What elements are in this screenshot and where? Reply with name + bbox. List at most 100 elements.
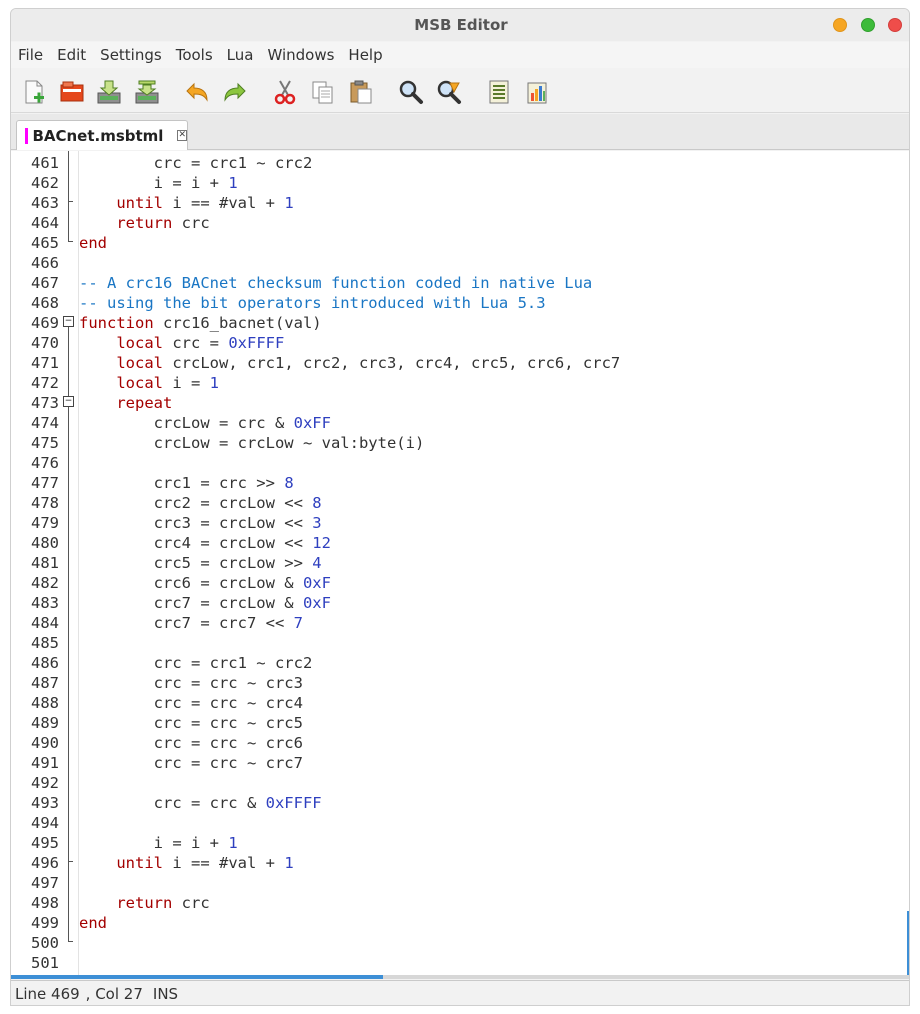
code-line[interactable]: 485 bbox=[11, 633, 909, 653]
code-line[interactable]: 490 crc = crc ~ crc6 bbox=[11, 733, 909, 753]
fold-guide bbox=[68, 151, 69, 242]
status-bar: Line 469 , Col 27 INS bbox=[11, 980, 909, 1005]
code-line-text: -- A crc16 BACnet checksum function code… bbox=[79, 273, 592, 293]
title-bar: MSB Editor bbox=[11, 9, 909, 41]
line-number: 462 bbox=[31, 174, 59, 192]
open-file-icon[interactable] bbox=[59, 79, 85, 105]
code-line[interactable]: 494 bbox=[11, 813, 909, 833]
code-line-text: end bbox=[79, 233, 107, 253]
line-number: 476 bbox=[31, 454, 59, 472]
code-line[interactable]: 489 crc = crc ~ crc5 bbox=[11, 713, 909, 733]
code-line-text: function crc16_bacnet(val) bbox=[79, 313, 322, 333]
menu-lua[interactable]: Lua bbox=[227, 46, 254, 64]
code-line[interactable]: 476 bbox=[11, 453, 909, 473]
line-number: 470 bbox=[31, 334, 59, 352]
run-icon[interactable] bbox=[524, 79, 550, 105]
code-line[interactable]: 487 crc = crc ~ crc3 bbox=[11, 673, 909, 693]
status-insert-mode: INS bbox=[152, 985, 179, 1003]
code-line[interactable]: 496 until i == #val + 1 bbox=[11, 853, 909, 873]
code-line[interactable]: 484 crc7 = crc7 << 7 bbox=[11, 613, 909, 633]
code-line-text: crc = crc & 0xFFFF bbox=[79, 793, 322, 813]
minimize-button[interactable] bbox=[833, 18, 847, 32]
code-line[interactable]: 461 crc = crc1 ~ crc2 bbox=[11, 153, 909, 173]
list-icon[interactable] bbox=[486, 79, 512, 105]
code-line[interactable]: 486 crc = crc1 ~ crc2 bbox=[11, 653, 909, 673]
code-line[interactable]: 483 crc7 = crcLow & 0xF bbox=[11, 593, 909, 613]
code-line[interactable]: 475 crcLow = crcLow ~ val:byte(i) bbox=[11, 433, 909, 453]
fold-toggle-function[interactable]: − bbox=[63, 316, 74, 327]
code-line-text: crc = crc ~ crc6 bbox=[79, 733, 303, 753]
menu-edit[interactable]: Edit bbox=[57, 46, 86, 64]
line-number: 465 bbox=[31, 234, 59, 252]
menu-file[interactable]: File bbox=[18, 46, 43, 64]
code-number: 0xFFFF bbox=[228, 334, 285, 352]
code-text: crc bbox=[172, 214, 210, 232]
line-number: 473 bbox=[31, 394, 59, 412]
code-line[interactable]: 473 repeat bbox=[11, 393, 909, 413]
menu-windows[interactable]: Windows bbox=[267, 46, 334, 64]
redo-icon[interactable] bbox=[222, 79, 248, 105]
save-as-icon[interactable] bbox=[134, 79, 160, 105]
code-comment: -- using the bit operators introduced wi… bbox=[79, 294, 546, 312]
code-text: crc = crc & bbox=[79, 794, 266, 812]
line-number: 466 bbox=[31, 254, 59, 272]
fold-end-marker bbox=[68, 201, 73, 202]
code-line[interactable]: 471 local crcLow, crc1, crc2, crc3, crc4… bbox=[11, 353, 909, 373]
code-line[interactable]: 491 crc = crc ~ crc7 bbox=[11, 753, 909, 773]
new-file-icon[interactable] bbox=[22, 79, 48, 105]
save-icon[interactable] bbox=[96, 79, 122, 105]
menu-help[interactable]: Help bbox=[348, 46, 382, 64]
horizontal-scrollbar-thumb[interactable] bbox=[11, 975, 383, 979]
code-line[interactable]: 480 crc4 = crcLow << 12 bbox=[11, 533, 909, 553]
code-line[interactable]: 474 crcLow = crc & 0xFF bbox=[11, 413, 909, 433]
tab-bacnet[interactable]: BACnet.msbtml ✕ bbox=[16, 120, 188, 150]
code-line[interactable]: 464 return crc bbox=[11, 213, 909, 233]
code-line[interactable]: 477 crc1 = crc >> 8 bbox=[11, 473, 909, 493]
code-line[interactable]: 470 local crc = 0xFFFF bbox=[11, 333, 909, 353]
code-line[interactable]: 481 crc5 = crcLow >> 4 bbox=[11, 553, 909, 573]
code-line[interactable]: 479 crc3 = crcLow << 3 bbox=[11, 513, 909, 533]
code-line[interactable]: 469 function crc16_bacnet(val) bbox=[11, 313, 909, 333]
paste-icon[interactable] bbox=[348, 79, 374, 105]
code-line[interactable]: 466 bbox=[11, 253, 909, 273]
code-line[interactable]: 488 crc = crc ~ crc4 bbox=[11, 693, 909, 713]
code-line[interactable]: 493 crc = crc & 0xFFFF bbox=[11, 793, 909, 813]
tab-close-icon[interactable]: ✕ bbox=[177, 130, 187, 141]
maximize-button[interactable] bbox=[861, 18, 875, 32]
copy-icon[interactable] bbox=[310, 79, 336, 105]
line-number: 484 bbox=[31, 614, 59, 632]
code-line[interactable]: 501 bbox=[11, 953, 909, 973]
line-number: 469 bbox=[31, 314, 59, 332]
find-icon[interactable] bbox=[398, 79, 424, 105]
code-line-text: local i = 1 bbox=[79, 373, 219, 393]
code-line[interactable]: 465 end bbox=[11, 233, 909, 253]
code-line[interactable]: 468 -- using the bit operators introduced… bbox=[11, 293, 909, 313]
cut-icon[interactable] bbox=[272, 79, 298, 105]
replace-icon[interactable] bbox=[436, 79, 462, 105]
code-keyword: end bbox=[79, 234, 107, 252]
menu-settings[interactable]: Settings bbox=[100, 46, 162, 64]
code-line[interactable]: 478 crc2 = crcLow << 8 bbox=[11, 493, 909, 513]
code-text: crc bbox=[172, 894, 210, 912]
code-line[interactable]: 497 bbox=[11, 873, 909, 893]
vertical-scrollbar[interactable] bbox=[907, 911, 909, 977]
code-line[interactable]: 467 -- A crc16 BACnet checksum function c… bbox=[11, 273, 909, 293]
code-line[interactable]: 498 return crc bbox=[11, 893, 909, 913]
code-number: 1 bbox=[284, 854, 294, 872]
code-line[interactable]: 462 i = i + 1 bbox=[11, 173, 909, 193]
line-number: 468 bbox=[31, 294, 59, 312]
code-line[interactable]: 472 local i = 1 bbox=[11, 373, 909, 393]
code-line[interactable]: 463 until i == #val + 1 bbox=[11, 193, 909, 213]
code-line[interactable]: 500 bbox=[11, 933, 909, 953]
line-number: 467 bbox=[31, 274, 59, 292]
fold-toggle-repeat[interactable]: − bbox=[63, 396, 74, 407]
code-keyword: local bbox=[116, 374, 163, 392]
code-editor[interactable]: 461 crc = crc1 ~ crc2 462 i = i + 1 463 un… bbox=[11, 151, 909, 977]
menu-tools[interactable]: Tools bbox=[176, 46, 213, 64]
code-line[interactable]: 499 end bbox=[11, 913, 909, 933]
code-line[interactable]: 482 crc6 = crcLow & 0xF bbox=[11, 573, 909, 593]
code-line[interactable]: 495 i = i + 1 bbox=[11, 833, 909, 853]
close-button[interactable] bbox=[888, 18, 902, 32]
code-line[interactable]: 492 bbox=[11, 773, 909, 793]
undo-icon[interactable] bbox=[184, 79, 210, 105]
